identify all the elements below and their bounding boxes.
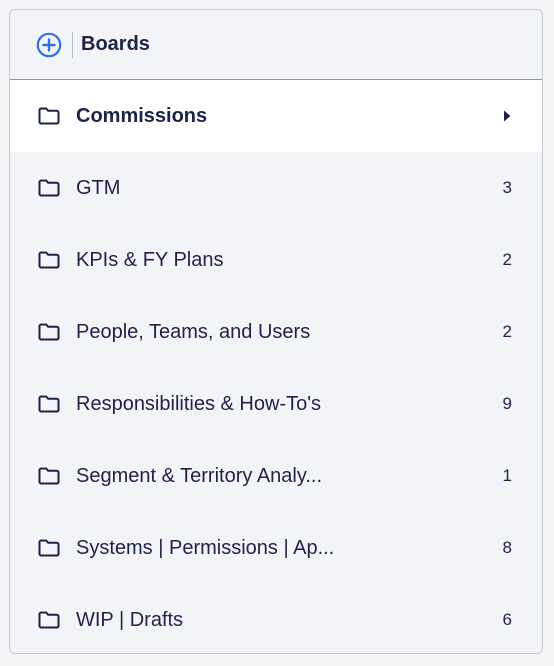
- header-divider: [72, 31, 73, 58]
- board-item-systems[interactable]: Systems | Permissions | Ap... 8: [10, 512, 542, 584]
- board-item-kpis[interactable]: KPIs & FY Plans 2: [10, 224, 542, 296]
- folder-icon: [38, 611, 60, 629]
- board-label: Systems | Permissions | Ap...: [76, 536, 335, 559]
- folder-icon: [38, 107, 60, 125]
- board-label: GTM: [76, 176, 121, 199]
- board-count: 3: [502, 178, 512, 197]
- boards-panel: Boards Commissions GTM 3 KPIs & FY Plans…: [9, 9, 543, 654]
- folder-icon: [38, 395, 60, 413]
- folder-icon: [38, 539, 60, 557]
- board-label: Segment & Territory Analy...: [76, 464, 323, 487]
- board-count: 2: [502, 250, 512, 269]
- board-count: 1: [502, 466, 512, 485]
- board-count: 8: [502, 538, 512, 557]
- folder-icon: [38, 179, 60, 197]
- board-count: 9: [502, 394, 512, 413]
- board-count: 2: [502, 322, 512, 341]
- board-item-responsibilities[interactable]: Responsibilities & How-To's 9: [10, 368, 542, 440]
- boards-list: Commissions GTM 3 KPIs & FY Plans 2 Peop…: [10, 80, 542, 653]
- board-label: KPIs & FY Plans: [76, 248, 224, 271]
- board-label: People, Teams, and Users: [76, 320, 311, 343]
- chevron-right-icon: [504, 110, 511, 122]
- board-count: 6: [502, 610, 512, 629]
- board-item-wip[interactable]: WIP | Drafts 6: [10, 584, 542, 653]
- add-board-button[interactable]: [36, 32, 62, 58]
- plus-circle-icon: [36, 32, 62, 57]
- folder-icon: [38, 251, 60, 269]
- board-label: WIP | Drafts: [76, 608, 184, 631]
- board-label: Commissions: [76, 104, 208, 127]
- board-item-segment[interactable]: Segment & Territory Analy... 1: [10, 440, 542, 512]
- header-title: Boards: [81, 33, 150, 55]
- board-item-commissions[interactable]: Commissions: [10, 80, 542, 152]
- folder-icon: [38, 467, 60, 485]
- board-item-gtm[interactable]: GTM 3: [10, 152, 542, 224]
- board-item-people[interactable]: People, Teams, and Users 2: [10, 296, 542, 368]
- board-label: Responsibilities & How-To's: [76, 392, 322, 415]
- folder-icon: [38, 323, 60, 341]
- boards-header: Boards: [10, 10, 542, 80]
